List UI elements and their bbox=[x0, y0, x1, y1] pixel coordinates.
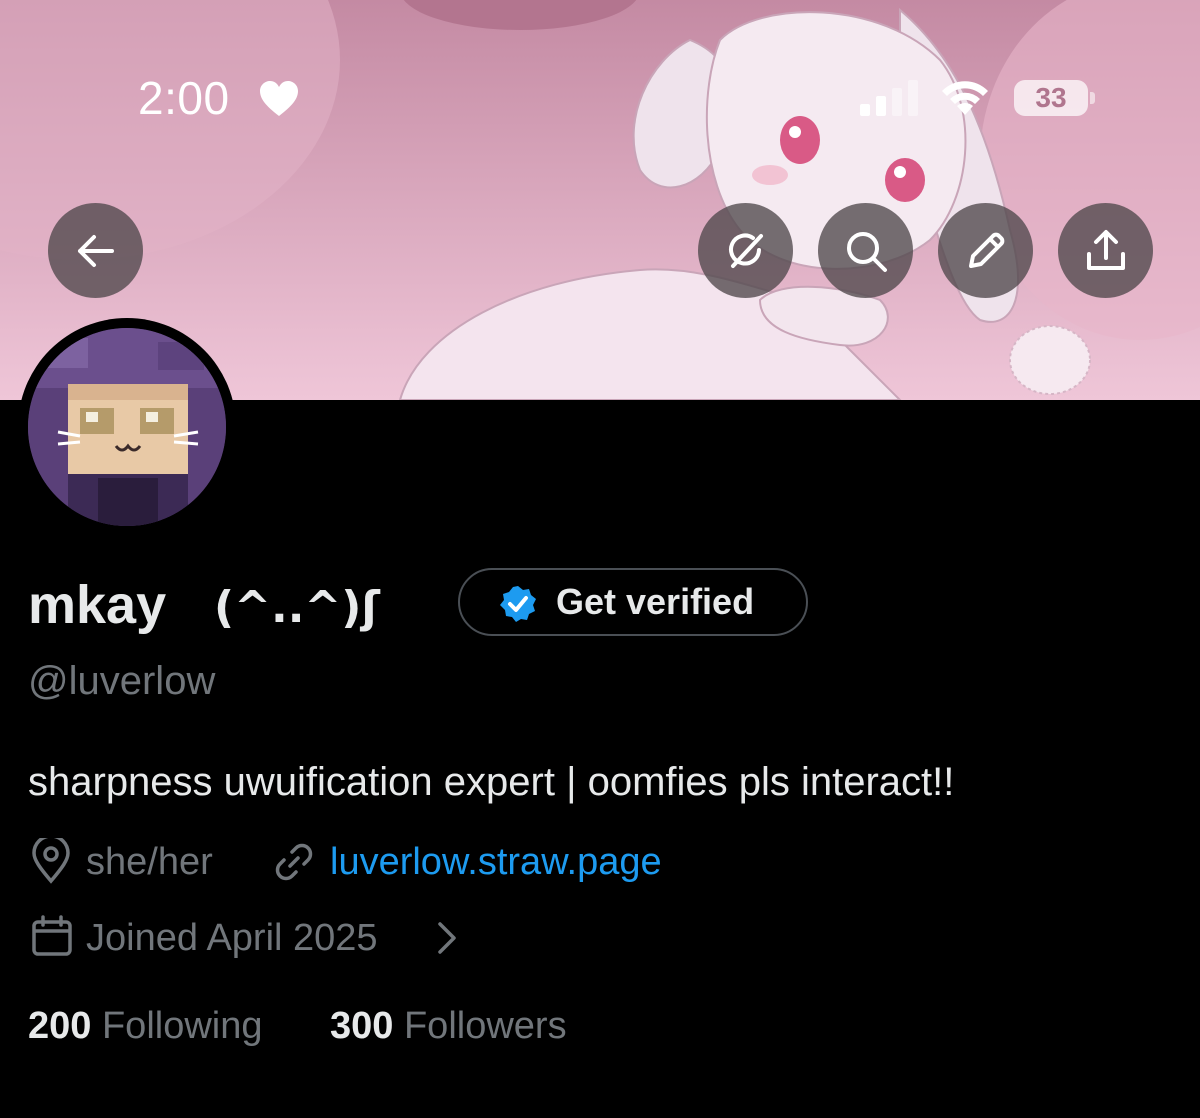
profile-website-link[interactable]: luverlow.straw.page bbox=[330, 838, 662, 886]
signal-icon bbox=[860, 80, 918, 116]
wifi-icon bbox=[942, 81, 988, 115]
profile-joined-date: Joined April 2025 bbox=[86, 917, 378, 959]
followers-count: 300 bbox=[330, 1005, 394, 1047]
following-count: 200 bbox=[28, 1005, 92, 1047]
location-pin-icon bbox=[32, 838, 70, 884]
share-button[interactable] bbox=[1058, 203, 1153, 298]
followers-label: Followers bbox=[403, 1005, 567, 1047]
pencil-icon bbox=[968, 232, 1004, 268]
battery-tip bbox=[1090, 92, 1095, 104]
display-name: mkay bbox=[28, 575, 167, 635]
avatar[interactable] bbox=[18, 318, 236, 536]
status-time: 2:00 bbox=[138, 72, 230, 124]
profile-bio: sharpness uwuification expert | oomfies … bbox=[28, 760, 955, 804]
following-link[interactable]: 200 Following bbox=[28, 1002, 263, 1050]
arrow-left-icon bbox=[77, 234, 114, 267]
search-icon bbox=[846, 231, 887, 272]
link-icon bbox=[275, 843, 313, 881]
followers-link[interactable]: 300 Followers bbox=[330, 1002, 567, 1050]
share-icon bbox=[1086, 229, 1125, 270]
get-verified-button[interactable]: Get verified bbox=[458, 568, 808, 636]
profile-page: 2:00 33 mkay (^..^)ʃ Get verified @luver… bbox=[0, 0, 1200, 1118]
battery-icon: 33 bbox=[1014, 80, 1088, 116]
avatar-pixel-art bbox=[28, 328, 226, 526]
grok-button[interactable] bbox=[698, 203, 793, 298]
chevron-right-icon[interactable] bbox=[436, 920, 458, 956]
search-button[interactable] bbox=[818, 203, 913, 298]
edit-button[interactable] bbox=[938, 203, 1033, 298]
display-name-kaomoji: (^..^)ʃ bbox=[214, 582, 380, 633]
profile-handle: @luverlow bbox=[28, 659, 216, 703]
grok-icon bbox=[728, 233, 763, 268]
back-button[interactable] bbox=[48, 203, 143, 298]
profile-pronouns: she/her bbox=[86, 841, 213, 883]
heart-icon bbox=[260, 81, 298, 116]
calendar-icon bbox=[32, 915, 72, 956]
avatar-image bbox=[28, 328, 226, 526]
following-label: Following bbox=[101, 1005, 263, 1047]
verified-badge-icon bbox=[500, 586, 536, 622]
get-verified-label: Get verified bbox=[556, 581, 755, 622]
